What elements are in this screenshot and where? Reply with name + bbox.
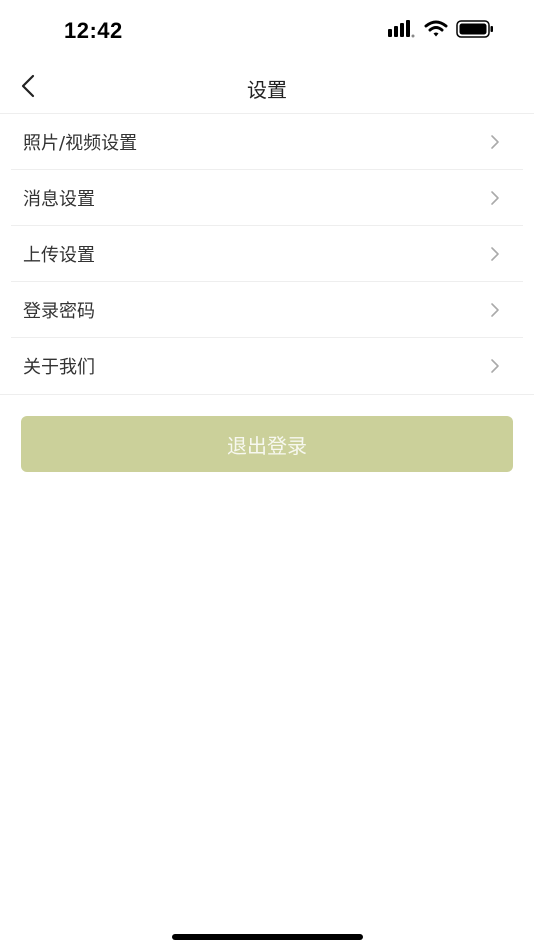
settings-item-upload[interactable]: 上传设置 bbox=[11, 226, 523, 282]
chevron-right-icon bbox=[487, 358, 503, 374]
settings-item-messages[interactable]: 消息设置 bbox=[11, 170, 523, 226]
wifi-icon bbox=[424, 19, 448, 43]
settings-item-about-us[interactable]: 关于我们 bbox=[11, 338, 523, 394]
page-title: 设置 bbox=[247, 78, 287, 102]
chevron-right-icon bbox=[487, 190, 503, 206]
settings-item-label: 照片/视频设置 bbox=[23, 133, 138, 154]
settings-item-label: 登录密码 bbox=[23, 301, 95, 322]
chevron-right-icon bbox=[487, 134, 503, 150]
status-time: 12:42 bbox=[64, 18, 123, 43]
signal-icon bbox=[388, 19, 416, 43]
settings-list: 照片/视频设置 消息设置 上传设置 登录密码 关于我们 bbox=[0, 114, 534, 394]
status-icons bbox=[388, 20, 494, 42]
logout-label: 退出登录 bbox=[227, 433, 307, 458]
status-bar: 12:42 bbox=[0, 0, 534, 62]
logout-button[interactable]: 退出登录 bbox=[21, 416, 513, 472]
settings-item-photo-video[interactable]: 照片/视频设置 bbox=[11, 114, 523, 170]
settings-item-label: 消息设置 bbox=[23, 189, 95, 210]
settings-item-label: 关于我们 bbox=[23, 357, 95, 378]
battery-icon bbox=[456, 19, 494, 43]
settings-item-login-password[interactable]: 登录密码 bbox=[11, 282, 523, 338]
chevron-right-icon bbox=[487, 302, 503, 318]
list-divider bbox=[0, 394, 534, 395]
settings-item-label: 上传设置 bbox=[23, 245, 95, 266]
home-indicator bbox=[172, 934, 363, 940]
chevron-right-icon bbox=[487, 246, 503, 262]
nav-bar: 设置 bbox=[0, 62, 534, 114]
